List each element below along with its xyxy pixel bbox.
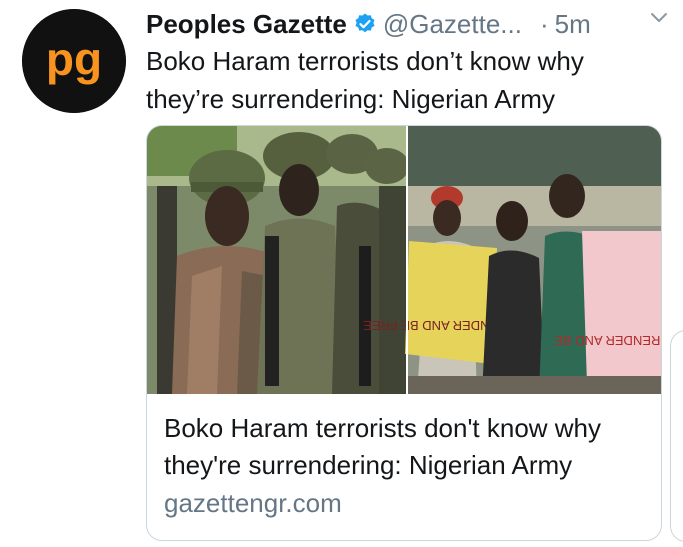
avatar[interactable]: pg	[22, 9, 126, 113]
card-body: Boko Haram terrorists don't know why the…	[164, 410, 654, 522]
soldiers-photo	[147, 126, 409, 394]
card-image[interactable]: SURRENDER AND BE FREE SURRENDER AND BE	[147, 126, 661, 394]
peoples-gazette-logo-icon: pg	[22, 9, 126, 113]
link-card[interactable]: SURRENDER AND BE FREE SURRENDER AND BE B…	[146, 125, 662, 541]
author-handle[interactable]: @Gazette...	[383, 9, 522, 40]
chevron-down-icon[interactable]	[649, 8, 669, 28]
tweet-timestamp[interactable]: 5m	[555, 9, 591, 40]
tweet-header: Peoples Gazette @Gazette... · 5m	[146, 6, 666, 42]
card-domain[interactable]: gazettengr.com	[164, 484, 654, 522]
sign-right-text: SURRENDER AND BE	[554, 333, 661, 348]
verified-badge-icon	[353, 12, 377, 36]
author-name[interactable]: Peoples Gazette	[146, 9, 347, 40]
card-title[interactable]: Boko Haram terrorists don't know why the…	[164, 410, 654, 484]
next-tweet-card-edge	[670, 330, 683, 542]
tweet-text: Boko Haram terrorists don’t know why the…	[146, 46, 584, 114]
svg-text:pg: pg	[46, 33, 102, 85]
separator-dot: ·	[539, 8, 549, 39]
